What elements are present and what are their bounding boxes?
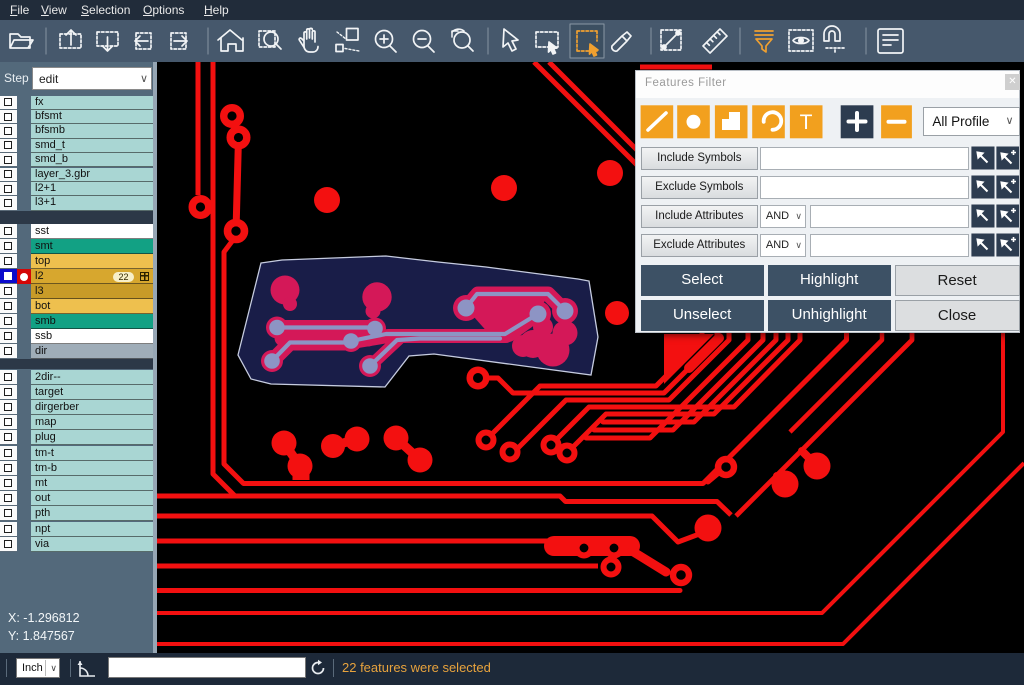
svg-text:T: T <box>800 111 813 134</box>
